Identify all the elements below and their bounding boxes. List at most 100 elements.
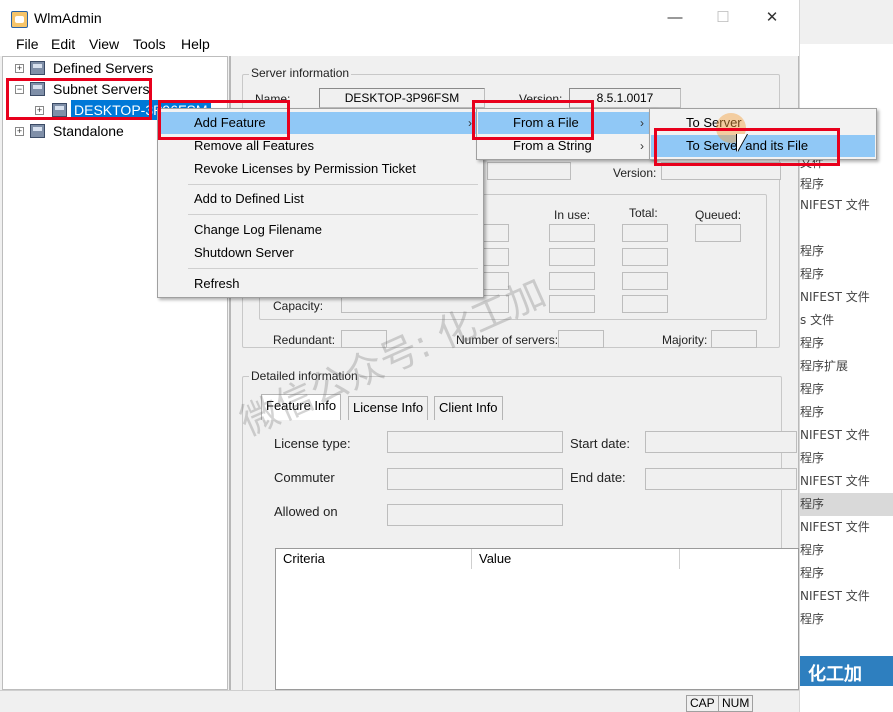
menu-item-refresh[interactable]: Refresh (159, 273, 482, 295)
menu-separator (188, 268, 478, 269)
bg-row[interactable]: 程序 (800, 173, 893, 196)
name-value: DESKTOP-3P96FSM (319, 88, 485, 108)
bg-row[interactable]: 程序 (800, 401, 893, 424)
in-use-field (549, 248, 595, 266)
wechat-footer-text: 化工加 (808, 664, 862, 685)
window-title: WlmAdmin (34, 10, 102, 26)
submenu-arrow-icon: › (468, 116, 472, 130)
title-bar: WlmAdmin — ☐ ✕ (0, 0, 799, 36)
menu-item-from-a-string[interactable]: From a String › (478, 135, 654, 157)
bg-row[interactable]: NIFEST 文件 (800, 194, 893, 217)
bg-row[interactable]: 程序 (800, 608, 893, 631)
menu-item-label: From a File (513, 115, 579, 130)
close-button[interactable]: ✕ (748, 0, 796, 36)
menu-item-add-to-defined-list[interactable]: Add to Defined List (159, 188, 482, 210)
criteria-list-header: Criteria Value (275, 548, 799, 570)
bg-row[interactable]: NIFEST 文件 (800, 424, 893, 447)
menu-item-from-a-file[interactable]: From a File › (478, 112, 654, 134)
menu-item-remove-all-features[interactable]: Remove all Features (159, 135, 482, 157)
menu-bar: File Edit View Tools Help (0, 36, 799, 56)
bg-row[interactable]: 程序 (800, 539, 893, 562)
bg-row[interactable]: 程序 (800, 263, 893, 286)
menu-help[interactable]: Help (181, 36, 210, 52)
menu-item-shutdown-server[interactable]: Shutdown Server (159, 242, 482, 264)
tree-item-subnet-servers[interactable]: Subnet Servers (53, 79, 150, 99)
column-value[interactable]: Value (472, 549, 680, 569)
server-information-label: Server information (249, 66, 352, 80)
bg-row[interactable]: 程序 (800, 240, 893, 263)
allowed-on-field (387, 504, 563, 526)
menu-view[interactable]: View (89, 36, 119, 52)
criteria-list[interactable] (275, 569, 799, 690)
wlmadmin-window: WlmAdmin — ☐ ✕ File Edit View Tools Help… (0, 0, 799, 712)
name-label: Name: (255, 92, 291, 106)
bg-row[interactable]: 程序 (800, 332, 893, 355)
usage-field (481, 272, 509, 290)
tab-client-info[interactable]: Client Info (434, 396, 503, 420)
bg-row[interactable]: s 文件 (800, 309, 893, 332)
menu-tools[interactable]: Tools (133, 36, 166, 52)
queued-label: Queued: (695, 208, 742, 222)
number-of-servers-label: Number of servers: (456, 333, 559, 347)
bg-row[interactable]: 程序 (800, 493, 893, 516)
capacity-in-use-field (549, 295, 595, 313)
version2-field (661, 162, 781, 180)
in-use-field (549, 224, 595, 242)
server-context-menu: Add Feature › Remove all Features Revoke … (157, 108, 484, 298)
num-indicator: NUM (718, 695, 754, 712)
server-group-icon (30, 124, 45, 138)
cap-indicator: CAP (686, 695, 719, 712)
minimize-button[interactable]: — (651, 0, 699, 36)
tab-license-info[interactable]: License Info (348, 396, 429, 420)
expand-toggle[interactable]: + (15, 127, 24, 136)
majority-label: Majority: (662, 333, 708, 347)
bg-row[interactable]: NIFEST 文件 (800, 516, 893, 539)
commuter-field (387, 468, 563, 490)
bg-row[interactable]: 程序扩展 (800, 355, 893, 378)
bg-row[interactable]: 程序 (800, 378, 893, 401)
total-field (622, 248, 668, 266)
maximize-button[interactable]: ☐ (699, 0, 747, 36)
tree-item-standalone[interactable]: Standalone (53, 121, 124, 141)
menu-item-label: Add Feature (194, 115, 266, 130)
expand-toggle[interactable]: + (15, 64, 24, 73)
background-window-header (800, 0, 893, 44)
expand-toggle[interactable]: + (35, 106, 44, 115)
majority-field (711, 330, 757, 348)
commuter-label: Commuter (274, 470, 335, 485)
menu-item-change-log-filename[interactable]: Change Log Filename (159, 219, 482, 241)
bg-row[interactable]: 程序 (800, 447, 893, 470)
start-date-label: Start date: (570, 436, 630, 451)
redundant-field (341, 330, 387, 348)
menu-file[interactable]: File (16, 36, 39, 52)
usage-field (481, 248, 509, 266)
menu-item-revoke-licenses[interactable]: Revoke Licenses by Permission Ticket (159, 158, 482, 180)
version-label: Version: (519, 92, 563, 106)
detailed-information-label: Detailed information (249, 369, 360, 383)
collapse-toggle[interactable]: − (15, 85, 24, 94)
column-criteria[interactable]: Criteria (276, 549, 472, 569)
from-file-submenu: To Server To Server and its File (649, 108, 877, 160)
menu-edit[interactable]: Edit (51, 36, 75, 52)
total-field (622, 224, 668, 242)
allowed-on-label: Allowed on (274, 504, 338, 519)
bg-row[interactable]: NIFEST 文件 (800, 470, 893, 493)
submenu-arrow-icon: › (640, 116, 644, 130)
menu-item-add-feature[interactable]: Add Feature › (159, 112, 482, 134)
bg-row[interactable]: NIFEST 文件 (800, 585, 893, 608)
menu-item-to-server-and-its-file[interactable]: To Server and its File (651, 135, 875, 157)
redundant-label: Redundant: (273, 333, 336, 347)
license-type-label: License type: (274, 436, 351, 451)
tab-feature-info[interactable]: Feature Info (261, 394, 342, 420)
total-label: Total: (629, 206, 658, 220)
bg-row[interactable]: NIFEST 文件 (800, 286, 893, 309)
menu-item-to-server[interactable]: To Server (651, 112, 875, 134)
menu-separator (188, 214, 478, 215)
tree-item-defined-servers[interactable]: Defined Servers (53, 58, 153, 78)
menu-separator (188, 184, 478, 185)
capacity-label: Capacity: (273, 299, 324, 313)
version-value: 8.5.1.0017 (569, 88, 681, 108)
menu-item-label: From a String (513, 138, 592, 153)
bg-row[interactable]: 程序 (800, 562, 893, 585)
background-window: 文件 程序 NIFEST 文件 程序 程序 NIFEST 文件 s 文件 程序 … (799, 0, 893, 712)
